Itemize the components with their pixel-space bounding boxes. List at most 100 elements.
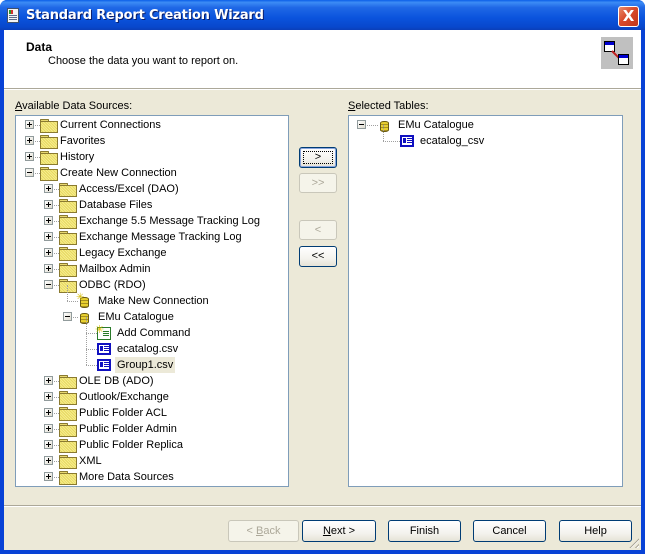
- tree-item[interactable]: Mailbox Admin: [16, 261, 288, 277]
- collapse-icon[interactable]: [357, 120, 366, 129]
- database-icon: [78, 311, 92, 325]
- expand-icon[interactable]: [25, 120, 34, 129]
- title-bar[interactable]: Standard Report Creation Wizard X: [0, 0, 645, 30]
- tree-item[interactable]: Group1.csv: [16, 349, 288, 373]
- folder-icon: [40, 119, 58, 133]
- collapse-icon[interactable]: [44, 280, 53, 289]
- tree-item[interactable]: ✳ Add Command: [16, 317, 288, 341]
- tree-item[interactable]: Public Folder Admin: [16, 421, 288, 437]
- tree-item[interactable]: OLE DB (ADO): [16, 373, 288, 389]
- tree-item[interactable]: Public Folder Replica: [16, 437, 288, 453]
- collapse-icon[interactable]: [25, 168, 34, 177]
- selected-tables-label: Selected Tables:: [348, 100, 429, 112]
- step-title: Data: [26, 40, 53, 54]
- folder-icon: [59, 199, 77, 213]
- tree-item-label: ecatalog.csv: [117, 343, 179, 355]
- tree-item[interactable]: Public Folder ACL: [16, 405, 288, 421]
- finish-button[interactable]: Finish: [388, 520, 461, 542]
- back-button[interactable]: < Back: [228, 520, 299, 542]
- folder-icon: [59, 215, 77, 229]
- tree-item[interactable]: XML: [16, 453, 288, 469]
- sparkle-icon: ✳: [76, 292, 85, 303]
- tree-connector: [86, 365, 97, 366]
- remove-table-button[interactable]: <: [299, 220, 337, 240]
- tree-item-label: Public Folder ACL: [79, 407, 168, 419]
- cylinder-shape: [380, 121, 389, 132]
- expand-icon[interactable]: [44, 184, 53, 193]
- folder-icon: [59, 247, 77, 261]
- folder-icon: [59, 183, 77, 197]
- expand-icon[interactable]: [44, 440, 53, 449]
- tree-item[interactable]: Legacy Exchange: [16, 245, 288, 261]
- folder-icon: [59, 375, 77, 389]
- tree-item[interactable]: EMu Catalogue: [16, 309, 288, 325]
- selected-tables-tree[interactable]: EMu Catalogue ecatalog_csv: [348, 115, 623, 487]
- folder-icon: [59, 263, 77, 277]
- expand-icon[interactable]: [44, 408, 53, 417]
- expand-icon[interactable]: [25, 136, 34, 145]
- wizard-header: Data Choose the data you want to report …: [4, 30, 641, 90]
- tree-connector: [86, 333, 87, 349]
- folder-icon: [40, 135, 58, 149]
- add-all-tables-button[interactable]: >>: [299, 173, 337, 193]
- folder-icon: [40, 167, 58, 181]
- footer-separator: [4, 505, 641, 507]
- tree-item[interactable]: Outlook/Exchange: [16, 389, 288, 405]
- expand-icon[interactable]: [44, 456, 53, 465]
- tree-connector: [86, 317, 87, 333]
- tree-item[interactable]: ODBC (RDO): [16, 277, 288, 293]
- tree-item[interactable]: Access/Excel (DAO): [16, 181, 288, 197]
- remove-all-tables-button[interactable]: <<: [299, 246, 337, 267]
- folder-icon: [59, 391, 77, 405]
- expand-icon[interactable]: [44, 472, 53, 481]
- window-title: Standard Report Creation Wizard: [26, 8, 264, 23]
- next-button[interactable]: Next >: [302, 520, 376, 542]
- tree-item[interactable]: Create New Connection: [16, 165, 288, 181]
- tree-item[interactable]: History: [16, 149, 288, 165]
- tree-connector: [383, 141, 400, 142]
- tree-item[interactable]: ✳ Make New Connection: [16, 285, 288, 309]
- cancel-button[interactable]: Cancel: [473, 520, 546, 542]
- folder-icon: [59, 407, 77, 421]
- label-text: elected Tables:: [355, 100, 429, 112]
- tree-item-label: More Data Sources: [79, 471, 174, 483]
- folder-icon: [59, 471, 77, 485]
- label-text: vailable Data Sources:: [22, 100, 133, 112]
- expand-icon[interactable]: [44, 424, 53, 433]
- tree-item[interactable]: EMu Catalogue: [349, 117, 622, 133]
- tree-item-label: Database Files: [79, 199, 153, 211]
- folder-icon: [59, 439, 77, 453]
- expand-icon[interactable]: [25, 152, 34, 161]
- expand-icon[interactable]: [44, 376, 53, 385]
- expand-icon[interactable]: [44, 392, 53, 401]
- expand-icon[interactable]: [44, 264, 53, 273]
- collapse-icon[interactable]: [63, 312, 72, 321]
- tree-item[interactable]: Exchange Message Tracking Log: [16, 229, 288, 245]
- expand-icon[interactable]: [44, 216, 53, 225]
- tree-item[interactable]: ecatalog_csv: [349, 125, 622, 149]
- tree-item[interactable]: Exchange 5.5 Message Tracking Log: [16, 213, 288, 229]
- expand-icon[interactable]: [44, 232, 53, 241]
- add-table-button[interactable]: >: [299, 147, 337, 168]
- tree-item[interactable]: ecatalog.csv: [16, 333, 288, 357]
- available-data-sources-tree[interactable]: Current Connections Favorites History Creat…: [15, 115, 289, 487]
- table-icon: [400, 135, 414, 147]
- close-button[interactable]: X: [618, 6, 639, 27]
- add-command-icon: ✳: [95, 324, 111, 340]
- tree-connector: [86, 349, 87, 365]
- tree-item[interactable]: Database Files: [16, 197, 288, 213]
- tree-item-label: ODBC (RDO): [79, 279, 146, 291]
- tree-item-label: Public Folder Admin: [79, 423, 177, 435]
- expand-icon[interactable]: [44, 200, 53, 209]
- tree-item-label: Create New Connection: [60, 167, 177, 179]
- tree-item[interactable]: Favorites: [16, 133, 288, 149]
- tree-connector: [383, 125, 384, 141]
- tree-item[interactable]: More Data Sources: [16, 469, 288, 485]
- expand-icon[interactable]: [44, 248, 53, 257]
- table-icon: [97, 359, 111, 371]
- tree-item[interactable]: Current Connections: [16, 117, 288, 133]
- wizard-window: Standard Report Creation Wizard X Data C…: [0, 0, 645, 554]
- tree-item-label: Access/Excel (DAO): [79, 183, 179, 195]
- wizard-client-area: Data Choose the data you want to report …: [4, 30, 641, 550]
- help-button[interactable]: Help: [559, 520, 632, 542]
